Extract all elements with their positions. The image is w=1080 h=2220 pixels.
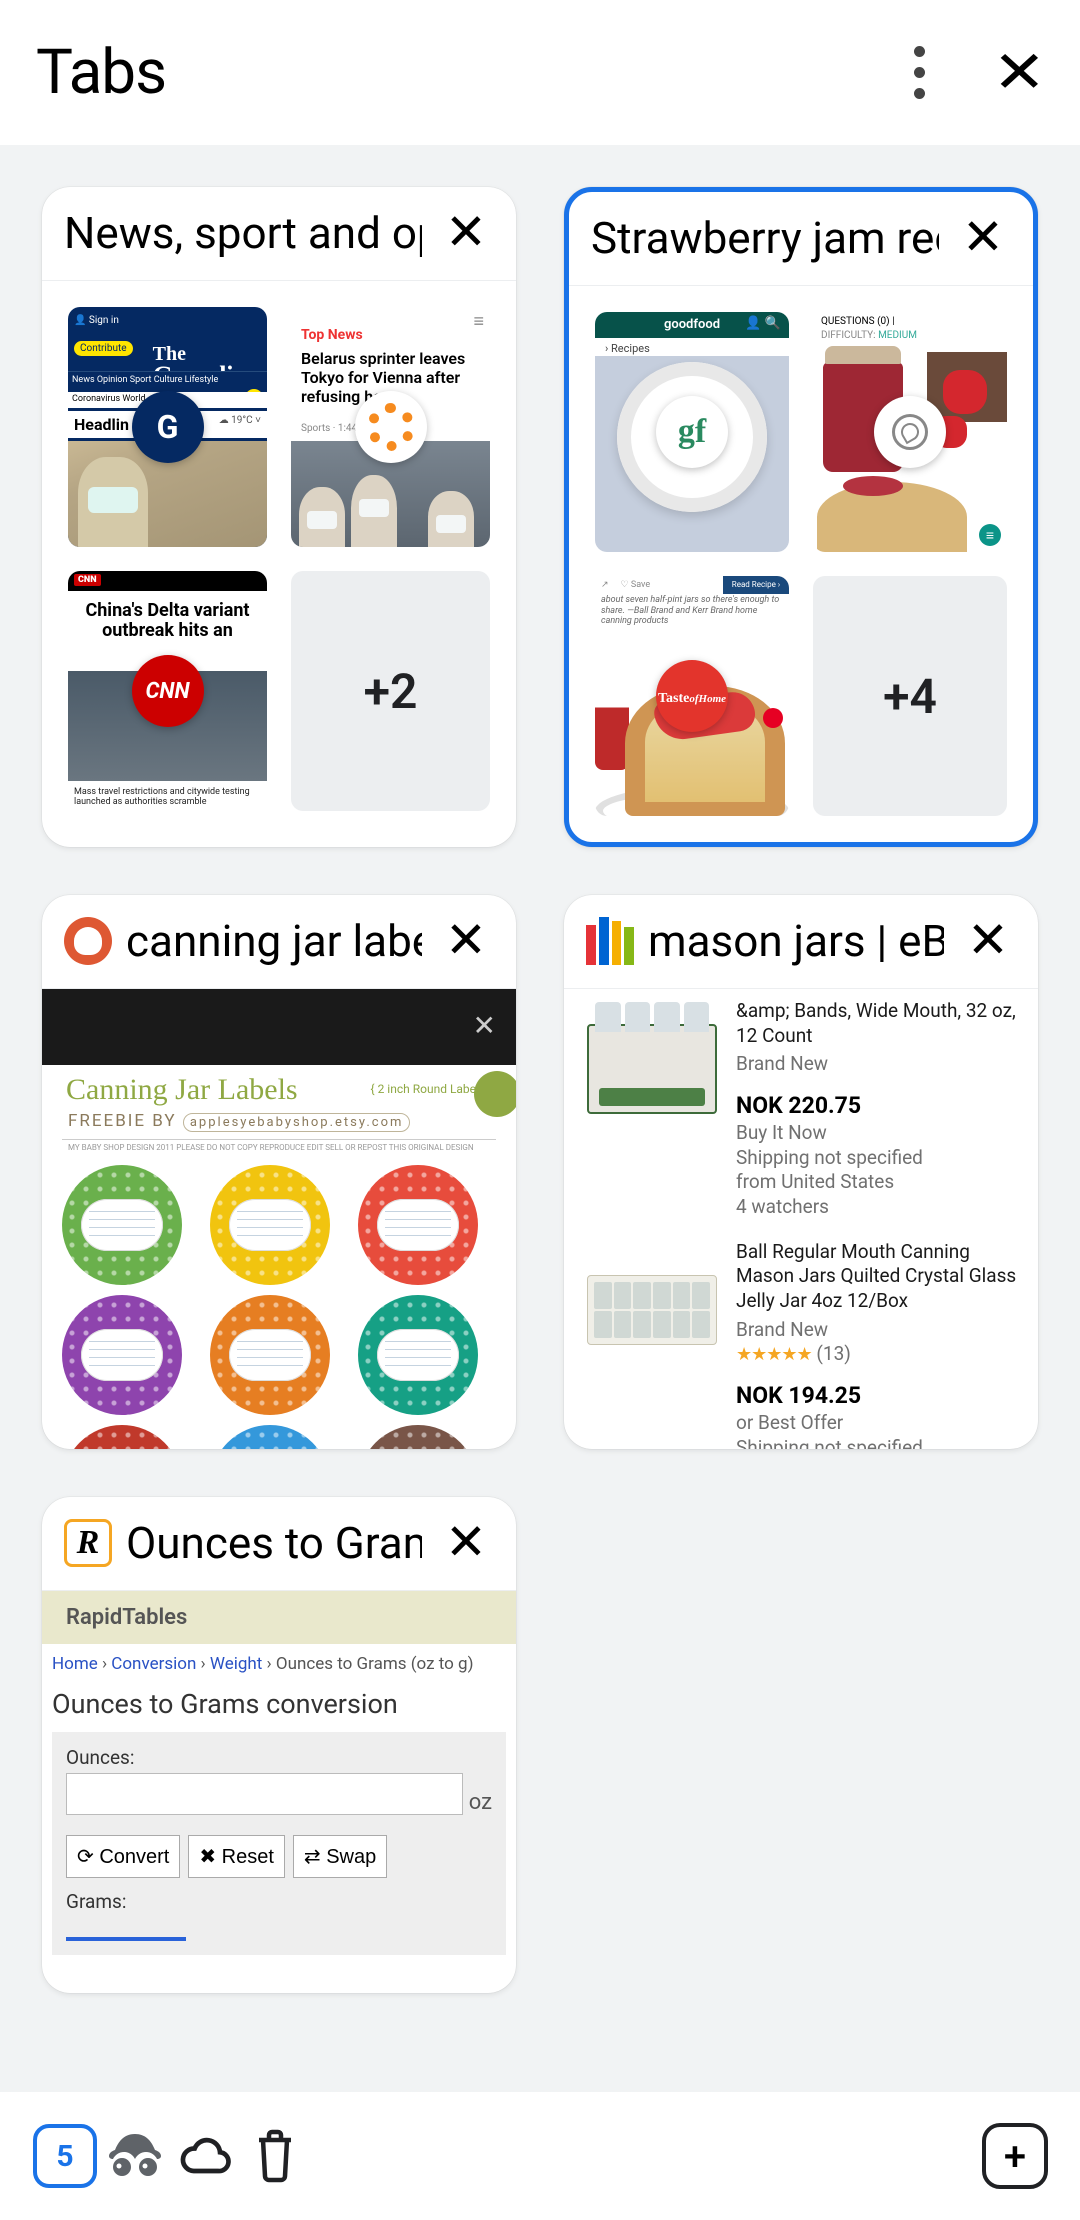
delete-tabs-icon[interactable]	[240, 2121, 310, 2191]
listing-thumb	[580, 1240, 724, 1380]
close-tabs-icon[interactable]: ✕	[993, 44, 1046, 102]
tab-overview: News, sport and opinion ✕ 👤 Sign in TheG…	[0, 145, 1080, 2095]
jar-label	[358, 1165, 478, 1285]
topnews-favicon	[355, 391, 427, 463]
listing-row: Ball Regular Mouth Canning Mason Jars Qu…	[564, 1230, 1038, 1449]
jar-label	[62, 1425, 182, 1449]
jar-label	[210, 1425, 330, 1449]
close-group-icon[interactable]: ✕	[953, 208, 1013, 267]
tab-title: mason jars | eBay	[648, 915, 944, 967]
tab-canning-labels[interactable]: canning jar labels ✕ ✕ Canning Jar Label…	[42, 895, 516, 1449]
breadcrumb: Home › Conversion › Weight › Ounces to G…	[42, 1644, 516, 1684]
app-header: Tabs ✕	[0, 0, 1080, 145]
thumb-topnews[interactable]: ≡ Top News Belarus sprinter leaves Tokyo…	[291, 307, 490, 547]
tab-mason-jars[interactable]: mason jars | eBay ✕ &amp; Bands, Wid	[564, 895, 1038, 1449]
close-tab-icon[interactable]: ✕	[958, 911, 1018, 970]
sweetsimple-favicon	[874, 396, 946, 468]
tab-count-button[interactable]: 5	[30, 2121, 100, 2191]
incognito-icon[interactable]	[100, 2121, 170, 2191]
convert-button[interactable]: ⟳ Convert	[66, 1835, 180, 1878]
jar-label	[62, 1295, 182, 1415]
cloud-sync-icon[interactable]	[170, 2121, 240, 2191]
goodfood-favicon: gf	[656, 396, 728, 468]
overlay-close-icon: ✕	[473, 1009, 496, 1042]
group-more-tabs[interactable]: +4	[813, 576, 1007, 816]
close-tab-icon[interactable]: ✕	[436, 1513, 496, 1572]
tab-group-title: Strawberry jam recipes	[591, 212, 939, 264]
tab-title: canning jar labels	[126, 915, 422, 967]
thumb-sweetsimple[interactable]: QUESTIONS (0) | DIFFICULTY: MEDIUM ≡	[813, 312, 1007, 552]
page-title: Tabs	[36, 36, 914, 109]
more-options-icon[interactable]	[914, 46, 925, 99]
badge-icon	[474, 1071, 516, 1117]
rapidtables-favicon: R	[64, 1519, 112, 1567]
tab-group-jam[interactable]: Strawberry jam recipes ✕ goodfood 👤 🔍 › …	[564, 187, 1038, 847]
jar-label	[210, 1295, 330, 1415]
site-brand: RapidTables	[42, 1591, 516, 1644]
tasteofhome-favicon: TasteofHome	[656, 660, 728, 732]
thumb-cnn[interactable]: CNN China's Delta variant outbreak hits …	[68, 571, 267, 811]
ebay-favicon	[586, 917, 634, 965]
close-group-icon[interactable]: ✕	[436, 203, 496, 262]
thumb-guardian[interactable]: 👤 Sign in TheGuardian Contribute News Op…	[68, 307, 267, 547]
group-more-tabs[interactable]: +2	[291, 571, 490, 811]
reset-button[interactable]: ✖ Reset	[188, 1835, 285, 1878]
page-heading: Ounces to Grams conversion	[42, 1684, 516, 1732]
tab-title: Ounces to Grams	[126, 1517, 422, 1569]
cnn-favicon: CNN	[132, 655, 204, 727]
listing-row: &amp; Bands, Wide Mouth, 32 oz, 12 Count…	[564, 989, 1038, 1230]
label-grid	[62, 1165, 496, 1449]
close-tab-icon[interactable]: ✕	[436, 911, 496, 970]
listing-thumb	[580, 999, 724, 1139]
guardian-favicon: G	[132, 391, 204, 463]
jar-label	[358, 1425, 478, 1449]
jar-label	[358, 1295, 478, 1415]
bottom-toolbar: 5 +	[0, 2092, 1080, 2220]
tab-group-news[interactable]: News, sport and opinion ✕ 👤 Sign in TheG…	[42, 187, 516, 847]
duckduckgo-favicon	[64, 917, 112, 965]
thumb-tasteofhome[interactable]: ↗♡ Save Read Recipe › about seven half-p…	[595, 576, 789, 816]
jar-label	[210, 1165, 330, 1285]
ounces-input[interactable]	[66, 1773, 463, 1815]
ounces-label: Ounces:	[66, 1746, 492, 1769]
grams-label: Grams:	[66, 1890, 492, 1913]
tab-group-title: News, sport and opinion	[64, 207, 422, 259]
thumb-goodfood[interactable]: goodfood 👤 🔍 › Recipes gf	[595, 312, 789, 552]
new-tab-button[interactable]: +	[980, 2121, 1050, 2191]
swap-button[interactable]: ⇄ Swap	[293, 1835, 387, 1878]
tab-ounces-to-grams[interactable]: R Ounces to Grams ✕ RapidTables Home › C…	[42, 1497, 516, 1993]
jar-label	[62, 1165, 182, 1285]
